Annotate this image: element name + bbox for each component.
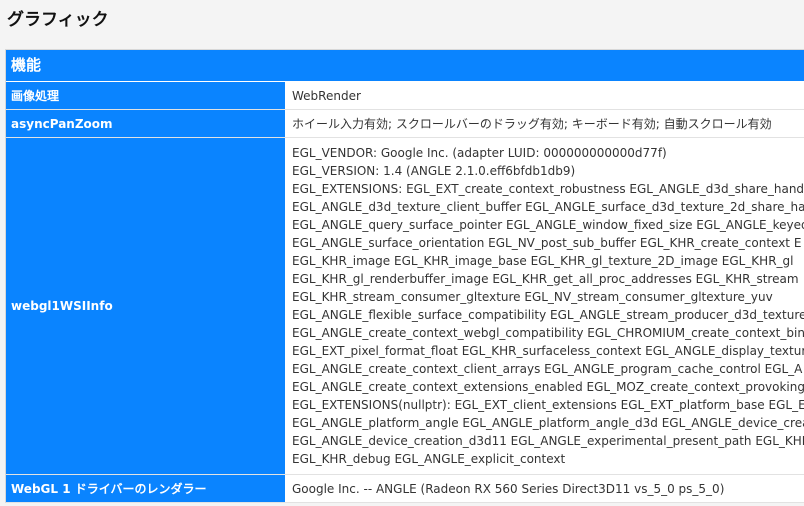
info-line: EGL_VENDOR: Google Inc. (adapter LUID: 0… [292,146,667,160]
row-value[interactable]: WebRender [291,82,804,109]
row-key: asyncPanZoom [6,110,291,137]
info-line: EGL_ANGLE_device_creation_d3d11 EGL_ANGL… [292,434,804,448]
info-line: EGL_ANGLE_create_context_client_arrays E… [292,362,803,376]
row-value[interactable]: Google Inc. -- ANGLE (Radeon RX 560 Seri… [291,475,804,502]
info-line: EGL_ANGLE_query_surface_pointer EGL_ANGL… [292,218,804,232]
row-value[interactable]: ホイール入力有効; スクロールバーのドラッグ有効; キーボード有効; 自動スクロ… [291,110,804,137]
row-value-multiline[interactable]: EGL_VENDOR: Google Inc. (adapter LUID: 0… [291,138,804,474]
table-row: WebGL 1 ドライバーのレンダラー Google Inc. -- ANGLE… [6,475,804,503]
info-line: EGL_KHR_image EGL_KHR_image_base EGL_KHR… [292,254,794,268]
info-line: EGL_ANGLE_surface_orientation EGL_NV_pos… [292,236,802,250]
graphics-features-table: 機能 画像処理 WebRender asyncPanZoom ホイール入力有効;… [5,49,804,503]
info-line: EGL_EXT_pixel_format_float EGL_KHR_surfa… [292,344,804,358]
row-key: WebGL 1 ドライバーのレンダラー [6,475,291,502]
info-line: EGL_ANGLE_create_context_webgl_compatibi… [292,326,804,340]
info-line: EGL_ANGLE_flexible_surface_compatibility… [292,308,804,322]
info-line: EGL_KHR_debug EGL_ANGLE_explicit_context [292,452,566,466]
info-line: EGL_ANGLE_platform_angle EGL_ANGLE_platf… [292,416,804,430]
row-key: webgl1WSIInfo [6,138,291,474]
info-line: EGL_ANGLE_d3d_texture_client_buffer EGL_… [292,200,804,214]
info-line: EGL_VERSION: 1.4 (ANGLE 2.1.0.eff6bfdb1d… [292,164,576,178]
info-line: EGL_KHR_stream_consumer_gltexture EGL_NV… [292,290,773,304]
table-row: asyncPanZoom ホイール入力有効; スクロールバーのドラッグ有効; キ… [6,110,804,138]
info-line: EGL_KHR_gl_renderbuffer_image EGL_KHR_ge… [292,272,799,286]
page-title: グラフィック [7,10,109,30]
row-key: 画像処理 [6,82,291,109]
section-header: 機能 [6,50,804,82]
table-row: 画像処理 WebRender [6,82,804,110]
table-row: webgl1WSIInfo EGL_VENDOR: Google Inc. (a… [6,138,804,475]
info-line: EGL_EXTENSIONS(nullptr): EGL_EXT_client_… [292,398,804,412]
info-line: EGL_ANGLE_create_context_extensions_enab… [292,380,804,394]
info-line: EGL_EXTENSIONS: EGL_EXT_create_context_r… [292,182,804,196]
